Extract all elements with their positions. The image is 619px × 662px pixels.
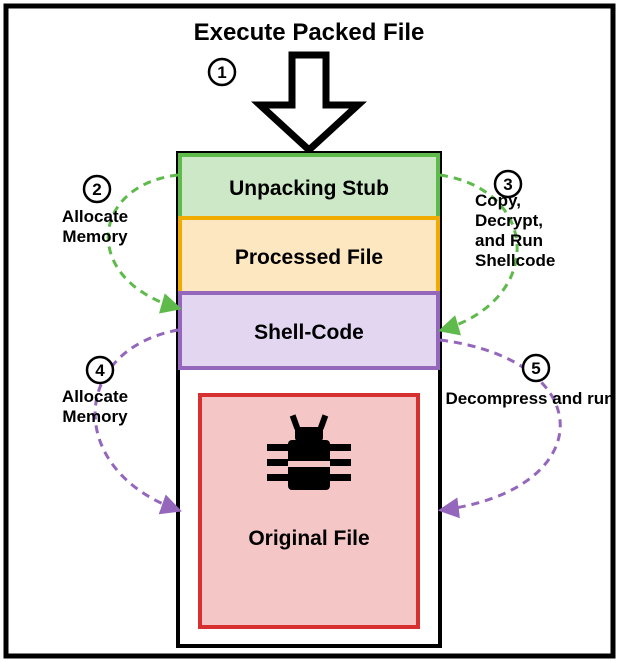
label-unpacking-stub: Unpacking Stub (229, 177, 389, 200)
annotation-2-line1: Allocate (62, 207, 128, 226)
step-4-badge: 4 (87, 357, 113, 383)
diagram-title: Execute Packed File (194, 19, 425, 46)
annotation-3-line4: Shellcode (475, 251, 555, 270)
label-processed-file: Processed File (235, 246, 383, 269)
annotation-3-line2: Decrypt, (475, 211, 543, 230)
step-5-badge: 5 (523, 355, 549, 381)
annotation-2-line2: Memory (62, 227, 128, 246)
annotation-3-line1: Copy, (475, 191, 521, 210)
label-original-file: Original File (248, 527, 369, 550)
label-shell-code: Shell-Code (254, 321, 364, 344)
step-1-badge: 1 (209, 59, 235, 85)
diagram-root: Execute Packed File 1 Unpacking Stub Pro… (0, 0, 619, 662)
annotation-5-line1: Decompress and run (445, 389, 614, 408)
svg-text:1: 1 (217, 63, 226, 82)
annotation-4-line2: Memory (62, 407, 128, 426)
svg-text:5: 5 (531, 359, 540, 378)
annotation-4-line1: Allocate (62, 387, 128, 406)
svg-text:2: 2 (92, 180, 101, 199)
annotation-3-line3: and Run (475, 231, 543, 250)
step-2-badge: 2 (84, 176, 110, 202)
svg-text:4: 4 (95, 361, 105, 380)
